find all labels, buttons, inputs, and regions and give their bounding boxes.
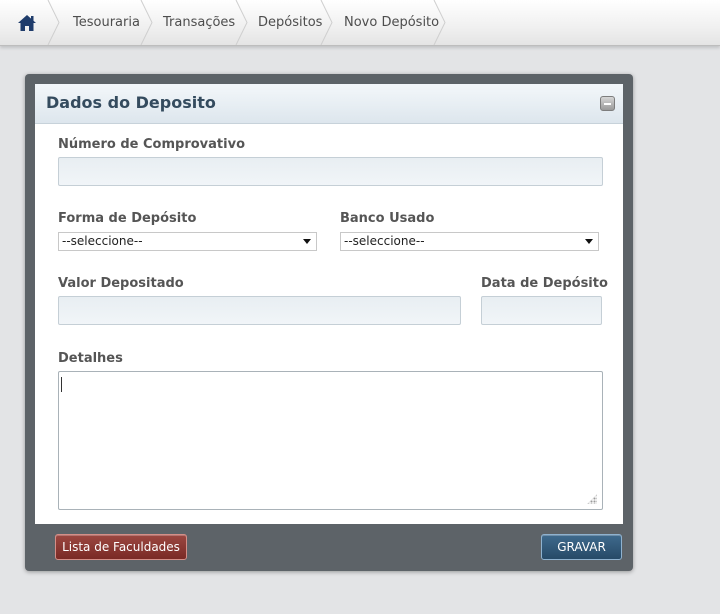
breadcrumb: Tesouraria Transações Depósitos Novo Dep… — [0, 0, 720, 46]
lista-faculdades-button[interactable]: Lista de Faculdades — [55, 534, 187, 560]
breadcrumb-item-depositos[interactable]: Depósitos — [258, 0, 322, 45]
breadcrumb-item-transacoes[interactable]: Transações — [163, 0, 235, 45]
resize-grip-icon[interactable] — [587, 494, 597, 504]
breadcrumb-label: Tesouraria — [73, 15, 140, 30]
detalhes-label: Detalhes — [58, 351, 123, 366]
breadcrumb-home[interactable] — [0, 0, 54, 45]
forma-deposito-select[interactable]: --seleccione-- — [58, 232, 317, 251]
home-icon — [18, 14, 36, 31]
deposit-form: Dados do Deposito Número de Comprovativo… — [35, 84, 623, 524]
breadcrumb-separator — [433, 0, 446, 45]
data-deposito-input[interactable] — [481, 296, 602, 325]
valor-depositado-label: Valor Depositado — [58, 276, 184, 291]
banco-usado-label: Banco Usado — [340, 211, 435, 226]
panel-title: Dados do Deposito — [46, 93, 216, 112]
minimize-icon[interactable] — [600, 96, 615, 111]
dropdown-arrow-icon — [303, 239, 311, 244]
breadcrumb-separator — [140, 0, 153, 45]
comprovativo-label: Número de Comprovativo — [58, 137, 246, 152]
breadcrumb-item-novo-deposito[interactable]: Novo Depósito — [344, 0, 439, 45]
data-deposito-label: Data de Depósito — [481, 276, 608, 291]
breadcrumb-separator — [320, 0, 333, 45]
breadcrumb-item-tesouraria[interactable]: Tesouraria — [73, 0, 140, 45]
comprovativo-input[interactable] — [58, 157, 603, 186]
breadcrumb-separator — [47, 0, 60, 45]
detalhes-textarea[interactable] — [58, 371, 603, 510]
breadcrumb-label: Depósitos — [258, 15, 323, 30]
breadcrumb-label: Transações — [163, 15, 236, 30]
text-caret — [61, 377, 62, 392]
gravar-button[interactable]: GRAVAR — [541, 534, 622, 560]
forma-deposito-value: --seleccione-- — [62, 234, 143, 248]
deposit-panel: Dados do Deposito Número de Comprovativo… — [25, 74, 633, 571]
forma-deposito-label: Forma de Depósito — [58, 211, 197, 226]
banco-usado-value: --seleccione-- — [344, 234, 425, 248]
valor-depositado-input[interactable] — [58, 296, 461, 325]
panel-header: Dados do Deposito — [35, 84, 623, 124]
breadcrumb-separator — [235, 0, 248, 45]
dropdown-arrow-icon — [585, 239, 593, 244]
breadcrumb-label: Novo Depósito — [344, 15, 440, 30]
banco-usado-select[interactable]: --seleccione-- — [340, 232, 599, 251]
